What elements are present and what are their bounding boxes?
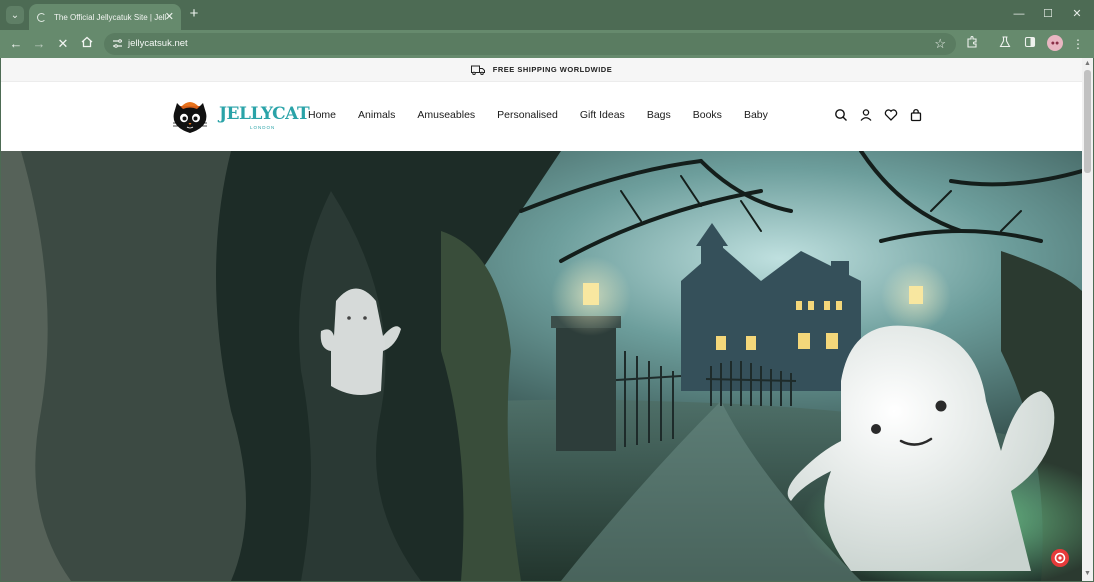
loading-spinner-icon [37,12,46,22]
shipping-banner: FREE SHIPPING WORLDWIDE [1,58,1082,82]
shopping-bag-icon[interactable] [909,108,923,122]
forward-button[interactable]: → [31,36,47,52]
shipping-text: FREE SHIPPING WORLDWIDE [492,65,613,74]
tab-search-button[interactable]: ⌄ [6,6,24,24]
minimize-button[interactable]: — [1011,6,1027,22]
jellycat-logo[interactable]: JELLYCAT LONDON [167,95,310,139]
scroll-up-arrow-icon[interactable]: ▲ [1084,60,1091,67]
back-button[interactable]: ← [8,36,24,52]
close-tab-icon[interactable]: ✕ [165,10,174,24]
tab-title: The Official Jellycatuk Site | Jelly [54,12,166,22]
nav-amuseables[interactable]: Amuseables [417,109,475,121]
home-button[interactable] [79,36,95,52]
nav-books[interactable]: Books [693,109,722,121]
address-bar[interactable]: jellycatsuk.net ☆ [104,33,956,55]
truck-icon [470,65,485,75]
maximize-button[interactable]: ☐ [1040,6,1056,22]
browser-tab-active[interactable]: The Official Jellycatuk Site | Jelly ✕ [29,4,181,30]
nav-gift-ideas[interactable]: Gift Ideas [580,109,625,121]
browser-toolbar: ← → ✕ jellycatsuk.net ☆ ●● ⋮ [0,30,1094,58]
web-page: FREE SHIPPING WORLDWIDE JELLYCAT LONDON … [1,58,1082,581]
scroll-down-arrow-icon[interactable]: ▼ [1084,570,1091,577]
logo-subtitle: LONDON [250,125,276,130]
page-scrollbar[interactable]: ▲ ▼ [1082,58,1093,581]
new-tab-button[interactable]: + [186,6,202,22]
url-text: jellycatsuk.net [128,38,188,49]
nav-personalised[interactable]: Personalised [497,109,558,121]
search-icon[interactable] [834,108,848,122]
hero-banner-image[interactable] [1,151,1082,581]
browser-menu-icon[interactable]: ⋮ [1070,36,1086,52]
side-panel-icon[interactable] [1022,36,1038,52]
logo-wordmark: JELLYCAT [219,104,310,124]
bookmark-star-icon[interactable]: ☆ [934,36,946,52]
site-info-icon[interactable] [112,38,124,50]
help-chat-button[interactable] [1051,549,1069,567]
cat-logo-icon [173,102,207,133]
close-window-button[interactable]: ✕ [1069,6,1085,22]
nav-bags[interactable]: Bags [647,109,671,121]
stop-loading-button[interactable]: ✕ [55,36,71,52]
wishlist-heart-icon[interactable] [884,108,898,122]
lifebuoy-icon [1054,552,1066,564]
scroll-thumb[interactable] [1084,70,1091,173]
profile-avatar[interactable]: ●● [1047,35,1063,51]
nav-animals[interactable]: Animals [358,109,395,121]
extensions-icon[interactable] [964,35,980,52]
account-icon[interactable] [859,108,873,122]
browser-tab-bar: ⌄ The Official Jellycatuk Site | Jelly ✕… [0,0,1094,30]
site-header: JELLYCAT LONDON Home Animals Amuseables … [1,82,1082,151]
haunted-forest-scene [1,151,1082,581]
lab-flask-icon[interactable] [997,36,1013,52]
nav-baby[interactable]: Baby [744,109,768,121]
main-navigation: Home Animals Amuseables Personalised Gif… [308,109,790,121]
nav-home[interactable]: Home [308,109,336,121]
